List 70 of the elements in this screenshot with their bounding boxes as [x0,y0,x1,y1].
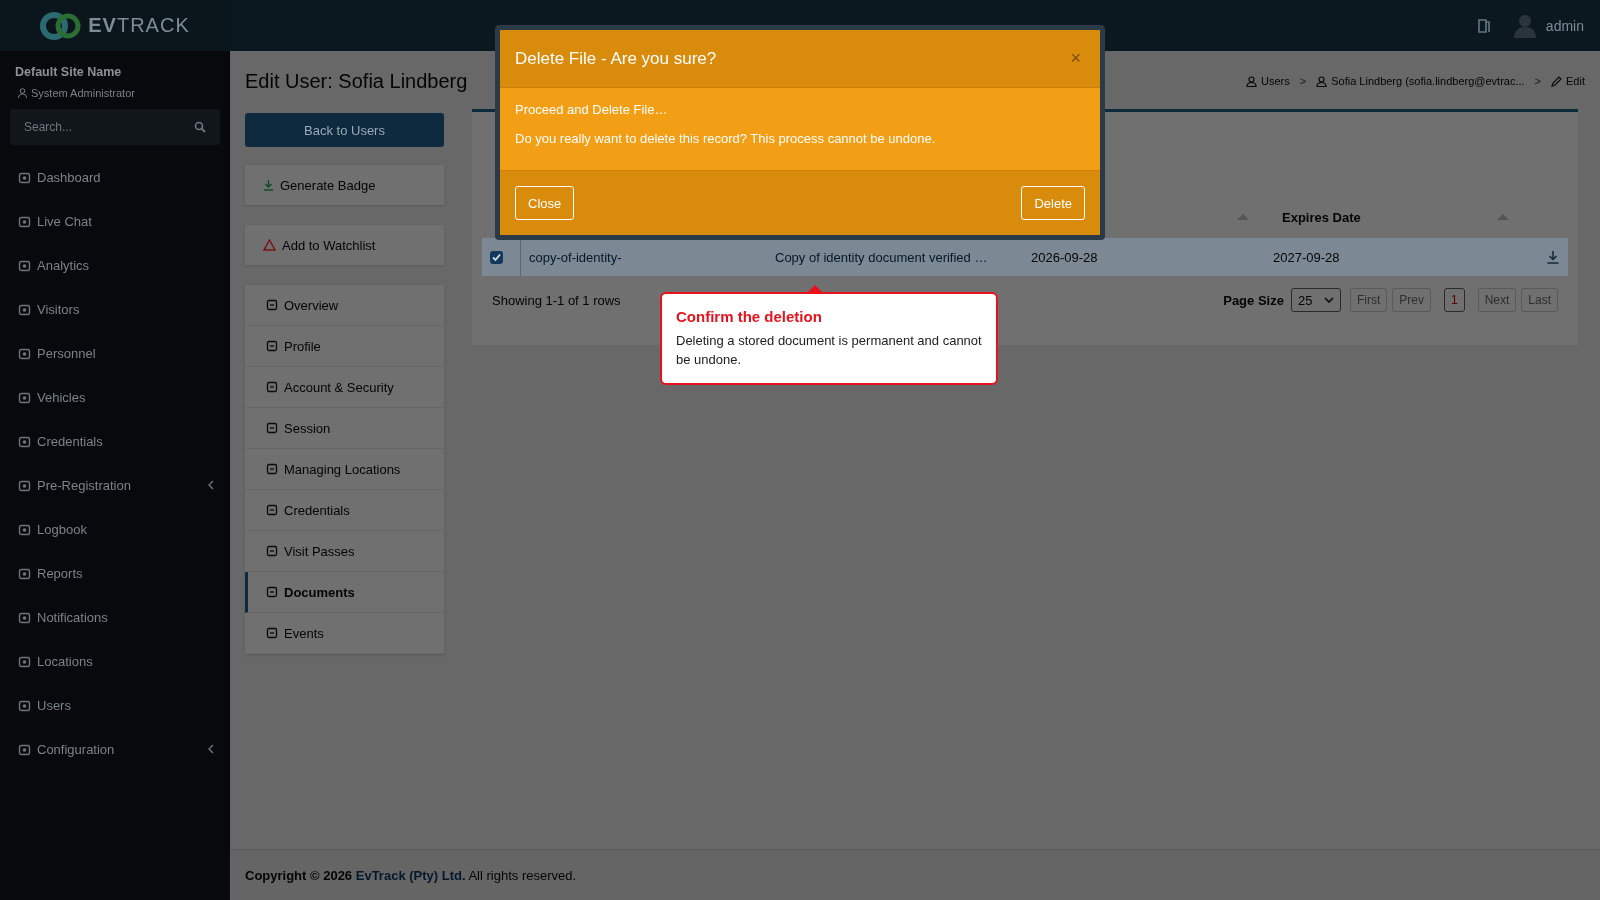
download-icon[interactable] [1546,250,1560,264]
sidebar-item[interactable]: Credentials [10,419,220,463]
modal-text: Do you really want to delete this record? This process cannot be undone. [515,131,937,146]
row-checkbox[interactable] [490,250,503,264]
user-icon [18,88,27,98]
modal-button[interactable]: Close [515,186,575,220]
pager-button[interactable]: 1 [1443,288,1465,312]
company-link[interactable]: EvTrack (Pty) Ltd. [355,867,466,883]
sidebar-item[interactable]: Notifications [10,595,220,639]
action-button[interactable]: Generate Badge [245,165,444,205]
breadcrumb-link[interactable]: Edit [1551,75,1585,87]
search-field[interactable]: Search... [10,109,220,145]
action-button[interactable]: Add to Watchlist [245,225,444,265]
column-header[interactable]: Expires Date [1282,210,1361,225]
copyright-text: Copyright © 2026 EvTrack (Pty) Ltd. All rights reserved. [245,867,577,883]
user-icon [1246,75,1258,87]
sidebar-item[interactable]: Live Chat [10,199,220,243]
sidebar-item[interactable]: Visitors [10,287,220,331]
download-icon [263,179,274,191]
avatar-icon [1513,13,1536,38]
nav-tab[interactable]: Managing Locations [245,449,444,490]
door-icon[interactable] [1477,18,1490,33]
breadcrumb-separator: > [1299,75,1307,87]
role-label: System Administrator [31,87,135,99]
tooltip-title: Confirm the deletion [676,308,823,325]
modal-text: Proceed and Delete File… [515,102,669,117]
nav-tab[interactable]: Account & Security [245,367,444,408]
sidebar-item[interactable]: Users [10,683,220,727]
user-icon [1316,75,1328,87]
search-icon[interactable] [194,121,206,133]
caret-icon [1323,297,1334,303]
breadcrumb-link[interactable]: Users [1246,75,1290,87]
breadcrumb-separator: > [1534,75,1542,87]
nav-tab[interactable]: Overview [245,285,444,326]
sidebar-item[interactable]: Vehicles [10,375,220,419]
table-cell: 2027-09-28 [1273,249,1340,265]
close-button[interactable]: × [1066,48,1085,69]
modal-button[interactable]: Delete [1021,186,1085,220]
description-link[interactable]: Copy of identity document verified … [775,249,988,265]
sidebar-item[interactable]: Configuration [10,727,220,771]
sidebar-item[interactable]: Logbook [10,507,220,551]
sidebar-item[interactable]: Reports [10,551,220,595]
sidebar-item[interactable]: Locations [10,639,220,683]
warning-icon [263,239,276,251]
nav-tab[interactable]: Credentials [245,490,444,531]
modal-title: Delete File - Are you sure? [515,48,717,69]
sidebar-item[interactable]: Dashboard [10,155,220,199]
back-button[interactable]: Back to Users [245,113,444,147]
logo-text: EVTRACK [88,14,190,37]
sidebar-item[interactable]: Personnel [10,331,220,375]
chevron-icon [208,480,214,490]
file-link[interactable]: copy-of-identity- [529,249,622,265]
site-name: Default Site Name [14,65,123,79]
user-name[interactable]: admin [1545,17,1584,34]
page-title: Edit User: Sofia Lindberg [245,69,468,93]
page-size-select[interactable]: 25 [1290,288,1341,312]
table-cell: 2026-09-28 [1031,249,1098,265]
nav-tab[interactable]: Documents [245,572,444,613]
breadcrumb-link[interactable]: Sofia Lindberg (sofia.lindberg@evtrac... [1316,75,1525,87]
nav-tab[interactable]: Session [245,408,444,449]
chevron-icon [208,744,214,754]
rows-summary: Showing 1-1 of 1 rows [492,292,621,308]
page-size-label: Page Size [1223,292,1284,308]
tooltip-text: Deleting a stored document is permanent and cannot be undone. [676,332,982,369]
nav-tab[interactable]: Profile [245,326,444,367]
nav-tab[interactable]: Events [245,613,444,654]
table-row[interactable]: copy-of-identity- Copy of identity document verified … 2026-09-28 2027-09-28 [482,238,1568,276]
sidebar-item[interactable]: Analytics [10,243,220,287]
nav-tab[interactable]: Visit Passes [245,531,444,572]
sidebar-item[interactable]: Pre-Registration [10,463,220,507]
